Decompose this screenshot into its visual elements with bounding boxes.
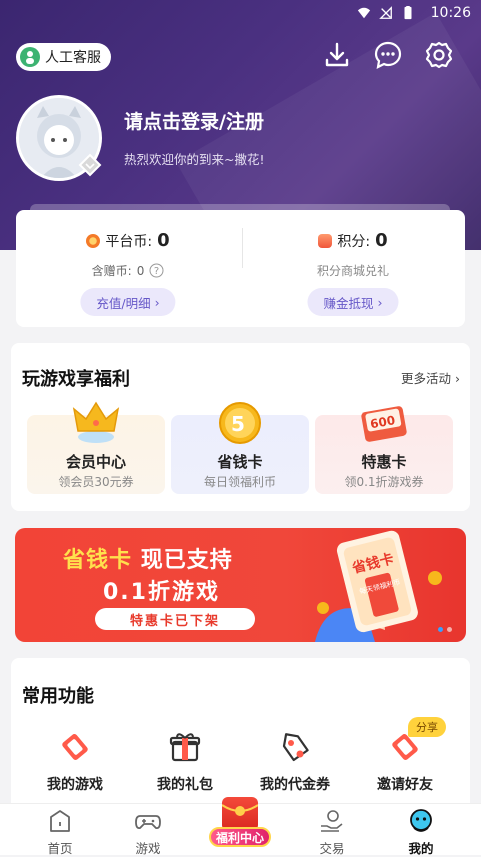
points-icon xyxy=(318,233,333,248)
banner-dot-active xyxy=(438,627,443,632)
points-value: 0 xyxy=(375,230,388,251)
help-question-icon[interactable]: ? xyxy=(149,263,164,278)
tab-mine[interactable]: 我的 xyxy=(376,804,466,856)
tab-mine-label: 我的 xyxy=(408,841,434,856)
points-section: 积分: 0 积分商城兑礼 赚金抵现 › xyxy=(241,210,465,327)
status-time: 10:26 xyxy=(430,5,471,21)
mine-face-icon xyxy=(410,809,432,832)
earn-gold-label: 赚金抵现 xyxy=(323,295,374,311)
invite-friends-label: 邀请好友 xyxy=(377,777,433,793)
benefits-title: 玩游戏享福利 xyxy=(22,369,130,390)
gift-coin-value: 0 xyxy=(136,263,145,278)
saving-card-name: 省钱卡 xyxy=(217,453,263,471)
battery-icon xyxy=(404,6,412,20)
points-mall-text: 积分商城兑礼 xyxy=(316,264,389,278)
banner-highlight: 省钱卡 xyxy=(63,548,133,573)
share-badge: 分享 xyxy=(408,717,446,737)
svg-text:?: ? xyxy=(154,266,159,277)
welcome-text: 热烈欢迎你的到来~撒花! xyxy=(124,152,265,167)
my-gift-pack-label: 我的礼包 xyxy=(157,777,213,793)
tab-trade-label: 交易 xyxy=(319,841,345,856)
chevron-right-icon: › xyxy=(154,294,160,310)
tab-games[interactable]: 游戏 xyxy=(103,804,193,856)
chevron-right-icon: › xyxy=(377,294,383,310)
coin-five-text: 5 xyxy=(231,412,245,436)
saving-card-desc: 每日领福利币 xyxy=(203,475,276,489)
member-center-name: 会员中心 xyxy=(65,453,126,471)
banner-line1: 省钱卡 现已支持 xyxy=(63,542,233,574)
red-envelope-icon xyxy=(221,797,259,831)
trade-hand-coin-icon xyxy=(321,810,343,832)
points-label: 积分: xyxy=(337,233,371,250)
member-center-card[interactable]: 会员中心 领会员30元券 xyxy=(27,401,165,494)
no-signal-icon xyxy=(379,6,392,19)
wallet-card: 平台币: 0 含赠币: 0 ? 充值/明细 › 积分: 0 积分商城兑礼 赚金抵… xyxy=(16,210,465,327)
status-bar: 10:26 xyxy=(0,0,481,28)
discount-card-card[interactable]: 600 特惠卡 领0.1折游戏券 xyxy=(315,406,453,494)
tab-home-label: 首页 xyxy=(47,841,73,856)
discount-card-name: 特惠卡 xyxy=(361,453,407,471)
banner-line1-rest: 现已支持 xyxy=(140,548,233,573)
wifi-icon xyxy=(357,7,371,19)
platform-coin-value: 0 xyxy=(157,230,170,251)
vip-diamond-icon xyxy=(78,153,102,177)
message-icon[interactable] xyxy=(373,40,403,70)
banner-dot xyxy=(447,627,452,632)
banner-line2: 0.1折游戏 xyxy=(103,580,220,605)
coupon-ticket-icon: 600 xyxy=(361,406,407,442)
customer-service-button[interactable]: 人工客服 xyxy=(16,43,111,71)
tab-home[interactable]: 首页 xyxy=(15,804,105,856)
gift-coin-label: 含赠币: xyxy=(91,264,132,278)
customer-service-icon xyxy=(20,47,40,67)
gamepad-icon xyxy=(135,815,161,830)
download-icon[interactable] xyxy=(322,40,352,70)
game-card-icon xyxy=(62,734,88,760)
crown-icon xyxy=(72,401,120,443)
settings-gear-icon[interactable] xyxy=(424,40,454,70)
platform-coin-label: 平台币: xyxy=(105,233,153,250)
tab-trade[interactable]: 交易 xyxy=(287,804,377,856)
customer-service-label: 人工客服 xyxy=(45,50,101,66)
my-games-label: 我的游戏 xyxy=(47,777,103,793)
discount-card-desc: 领0.1折游戏券 xyxy=(344,475,424,489)
functions-title: 常用功能 xyxy=(22,686,94,707)
banner-pager xyxy=(438,627,452,632)
earn-gold-button[interactable]: 赚金抵现 › xyxy=(307,288,399,316)
login-register-link[interactable]: 请点击登录/注册 xyxy=(124,107,264,134)
voucher-tag-icon xyxy=(282,733,309,762)
recharge-details-label: 充值/明细 xyxy=(96,295,151,311)
more-activities-label: 更多活动 xyxy=(401,371,452,386)
saving-card-card[interactable]: 5 省钱卡 每日领福利币 xyxy=(171,402,309,494)
tab-welfare-label: 福利中心 xyxy=(209,827,271,847)
tab-welfare-center[interactable]: 福利中心 xyxy=(205,797,275,855)
saving-card-hand-illustration: 省钱卡 每天领福利币 xyxy=(315,530,442,642)
platform-coin-section: 平台币: 0 含赠币: 0 ? 充值/明细 › xyxy=(16,210,240,327)
more-activities-link[interactable]: 更多活动 › xyxy=(401,368,460,387)
chevron-right-icon: › xyxy=(455,371,460,386)
platform-coin-icon xyxy=(86,233,101,248)
tab-games-label: 游戏 xyxy=(135,841,161,856)
home-icon xyxy=(50,810,70,832)
member-center-desc: 领会员30元券 xyxy=(58,475,134,489)
banner-tag: 特惠卡已下架 xyxy=(95,608,255,630)
coin-five-icon: 5 xyxy=(219,402,261,444)
gift-box-icon xyxy=(169,733,201,762)
promo-banner[interactable]: 省钱卡 现已支持 0.1折游戏 特惠卡已下架 省钱卡 每天领福利币 xyxy=(15,528,466,642)
recharge-details-button[interactable]: 充值/明细 › xyxy=(80,288,176,316)
my-vouchers-label: 我的代金券 xyxy=(260,777,330,793)
